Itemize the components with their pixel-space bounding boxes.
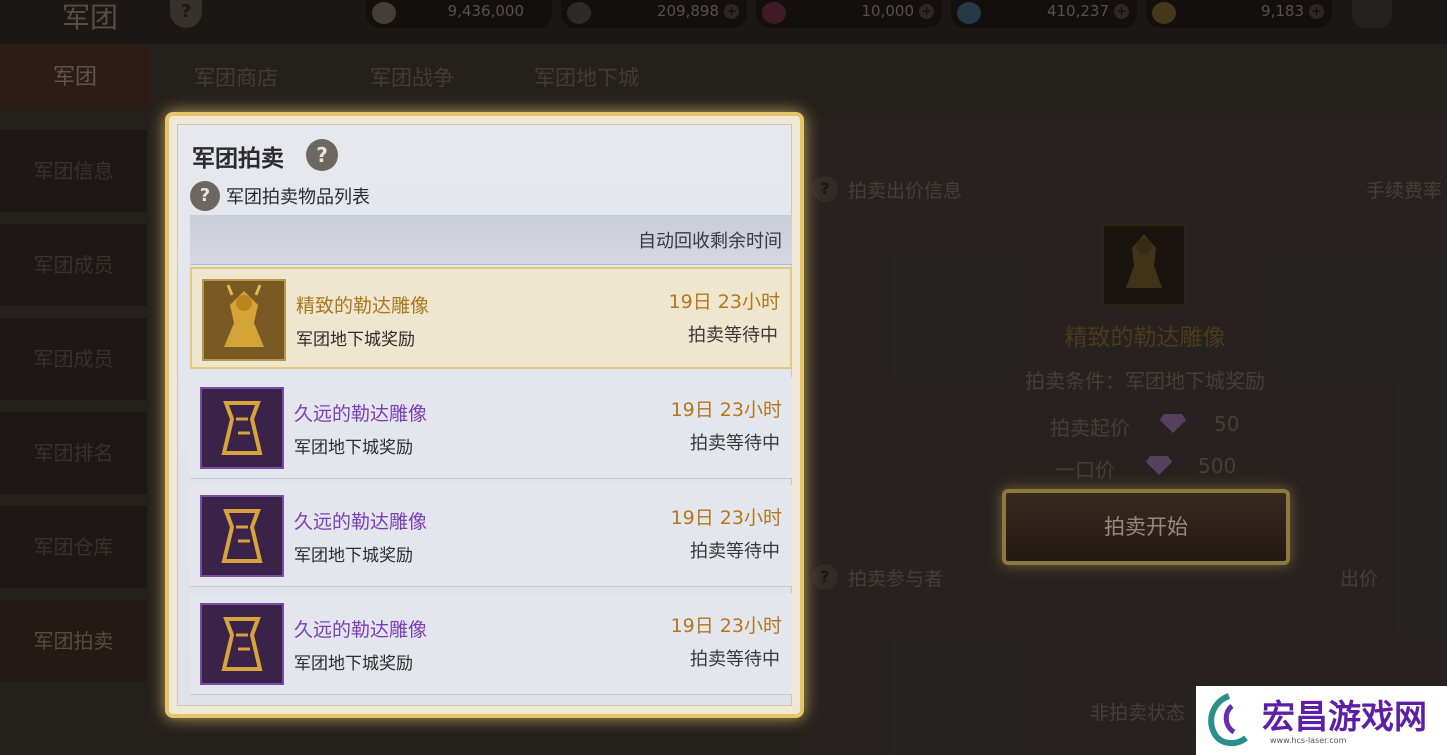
item-name: 久远的勒达雕像 bbox=[294, 511, 428, 533]
remaining-time: 19日 23小时 bbox=[670, 399, 782, 421]
auction-status: 拍卖等待中 bbox=[690, 433, 780, 454]
list-subtitle: 军团拍卖物品列表 bbox=[226, 187, 370, 208]
item-source: 军团地下城奖励 bbox=[294, 546, 413, 566]
modal-title: 军团拍卖 bbox=[192, 146, 284, 172]
list-header: 自动回收剩余时间 bbox=[190, 215, 792, 265]
item-source: 军团地下城奖励 bbox=[294, 654, 413, 674]
golden-statue-icon bbox=[202, 279, 286, 361]
help-icon[interactable]: ? bbox=[306, 139, 338, 171]
item-source: 军团地下城奖励 bbox=[296, 330, 415, 350]
auction-status: 拍卖等待中 bbox=[690, 541, 780, 562]
list-item[interactable]: 精致的勒达雕像 军团地下城奖励 19日 23小时 拍卖等待中 bbox=[190, 267, 792, 369]
list-item[interactable]: 久远的勒达雕像 军团地下城奖励 19日 23小时 拍卖等待中 bbox=[190, 485, 792, 587]
item-source: 军团地下城奖励 bbox=[294, 438, 413, 458]
watermark-title: 宏昌游戏网 bbox=[1262, 697, 1427, 736]
remaining-time: 19日 23小时 bbox=[670, 615, 782, 637]
watermark-logo-icon bbox=[1202, 692, 1256, 748]
list-item[interactable]: 久远的勒达雕像 军团地下城奖励 19日 23小时 拍卖等待中 bbox=[190, 377, 792, 479]
auction-status: 拍卖等待中 bbox=[688, 325, 778, 346]
watermark: 宏昌游戏网 www.hcs-laser.com bbox=[1196, 686, 1447, 755]
list-item[interactable]: 久远的勒达雕像 军团地下城奖励 19日 23小时 拍卖等待中 bbox=[190, 593, 792, 695]
recycle-time-header: 自动回收剩余时间 bbox=[638, 231, 782, 252]
item-name: 久远的勒达雕像 bbox=[294, 403, 428, 425]
ancient-statue-icon bbox=[200, 387, 284, 469]
ancient-statue-icon bbox=[200, 603, 284, 685]
auction-modal-body: 军团拍卖 ? ? 军团拍卖物品列表 自动回收剩余时间 精致的勒达雕像 军团地下城… bbox=[177, 124, 792, 706]
watermark-url: www.hcs-laser.com bbox=[1270, 736, 1347, 745]
item-name: 精致的勒达雕像 bbox=[296, 295, 430, 317]
help-icon[interactable]: ? bbox=[190, 181, 220, 211]
auction-status: 拍卖等待中 bbox=[690, 649, 780, 670]
item-name: 久远的勒达雕像 bbox=[294, 619, 428, 641]
auction-modal: 军团拍卖 ? ? 军团拍卖物品列表 自动回收剩余时间 精致的勒达雕像 军团地下城… bbox=[165, 112, 804, 718]
remaining-time: 19日 23小时 bbox=[670, 507, 782, 529]
remaining-time: 19日 23小时 bbox=[668, 291, 780, 313]
ancient-statue-icon bbox=[200, 495, 284, 577]
